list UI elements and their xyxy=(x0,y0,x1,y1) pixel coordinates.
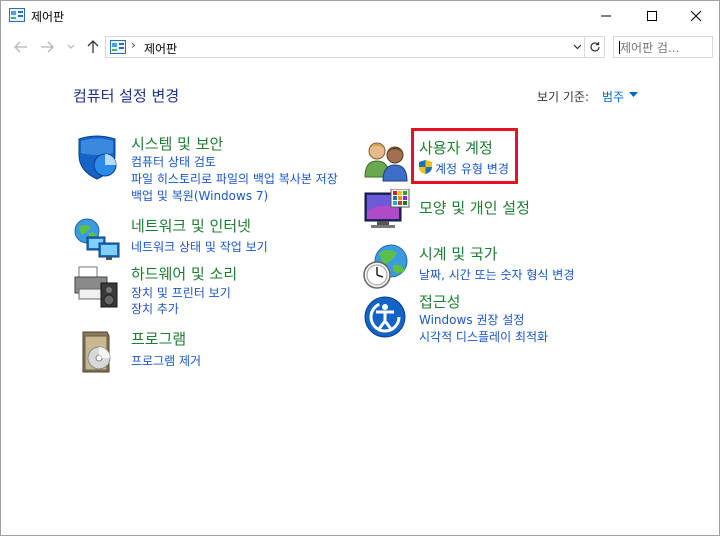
category-title-network[interactable]: 네트워크 및 인터넷 xyxy=(131,215,251,236)
chevron-down-icon xyxy=(573,44,581,50)
breadcrumb-control-panel[interactable]: 제어판 xyxy=(144,40,177,57)
link-devices-printers[interactable]: 장치 및 프린터 보기 xyxy=(131,284,231,301)
arrow-left-icon xyxy=(14,41,27,53)
text-caret xyxy=(619,41,620,54)
link-file-history-backup[interactable]: 파일 히스토리로 파일의 백업 복사본 저장 xyxy=(131,170,338,187)
link-add-device[interactable]: 장치 추가 xyxy=(131,300,179,317)
link-windows-recommended-settings[interactable]: Windows 권장 설정 xyxy=(419,311,524,328)
link-backup-restore[interactable]: 백업 및 복원(Windows 7) xyxy=(131,187,268,204)
recent-locations-button[interactable] xyxy=(63,39,79,55)
control-panel-window: 제어판 › 제어판 제어판 검... 컴퓨터 설정 변경 보기 기준: 범주 시… xyxy=(0,0,720,536)
view-by-label: 보기 기준: xyxy=(537,90,590,104)
category-title-hardware[interactable]: 하드웨어 및 소리 xyxy=(131,263,237,284)
users-icon[interactable] xyxy=(363,137,411,185)
shield-icon[interactable] xyxy=(73,133,121,181)
refresh-icon xyxy=(589,42,600,52)
link-network-status[interactable]: 네트워크 상태 및 작업 보기 xyxy=(131,238,268,255)
arrow-right-icon xyxy=(41,41,54,53)
breadcrumb-separator: › xyxy=(131,38,136,52)
programs-disc-icon[interactable] xyxy=(73,328,121,376)
ease-of-access-icon[interactable] xyxy=(363,291,411,339)
printer-speaker-icon[interactable] xyxy=(73,263,121,311)
clock-globe-icon[interactable] xyxy=(363,243,411,291)
link-date-time-format[interactable]: 날짜, 시간 또는 숫자 형식 변경 xyxy=(419,266,574,283)
title-bar: 제어판 xyxy=(1,1,719,31)
highlight-box xyxy=(411,128,518,184)
close-icon xyxy=(691,11,701,21)
category-title-ease-of-access[interactable]: 접근성 xyxy=(419,291,460,312)
maximize-icon xyxy=(647,11,657,21)
address-dropdown-button[interactable] xyxy=(570,40,584,54)
maximize-button[interactable] xyxy=(629,1,675,31)
window-title: 제어판 xyxy=(31,10,65,24)
link-review-computer-status[interactable]: 컴퓨터 상태 검토 xyxy=(131,153,216,170)
control-panel-icon xyxy=(9,8,25,22)
forward-button[interactable] xyxy=(39,39,55,55)
minimize-button[interactable] xyxy=(583,1,629,31)
network-globe-icon[interactable] xyxy=(73,215,121,263)
chevron-down-icon xyxy=(67,44,75,49)
address-bar[interactable]: › 제어판 xyxy=(105,36,585,58)
minimize-icon xyxy=(601,15,611,17)
refresh-button[interactable] xyxy=(585,36,605,58)
category-title-clock-region[interactable]: 시계 및 국가 xyxy=(419,243,498,264)
monitor-palette-icon[interactable] xyxy=(363,189,411,237)
triangle-down-icon[interactable] xyxy=(629,92,638,97)
up-button[interactable] xyxy=(85,39,101,55)
view-by-dropdown[interactable]: 범주 xyxy=(602,88,624,105)
link-optimize-visual-display[interactable]: 시각적 디스플레이 최적화 xyxy=(419,328,548,345)
link-uninstall-program[interactable]: 프로그램 제거 xyxy=(131,352,201,369)
search-input[interactable] xyxy=(620,39,702,57)
category-title-programs[interactable]: 프로그램 xyxy=(131,328,186,349)
page-title: 컴퓨터 설정 변경 xyxy=(73,87,180,105)
search-box[interactable] xyxy=(613,36,713,58)
back-button[interactable] xyxy=(13,39,29,55)
category-title-appearance[interactable]: 모양 및 개인 설정 xyxy=(419,197,530,218)
close-button[interactable] xyxy=(673,1,719,31)
category-title-system-security[interactable]: 시스템 및 보안 xyxy=(131,133,223,154)
control-panel-icon xyxy=(110,40,126,54)
navigation-bar: › 제어판 xyxy=(1,33,719,61)
arrow-up-icon xyxy=(87,40,99,53)
